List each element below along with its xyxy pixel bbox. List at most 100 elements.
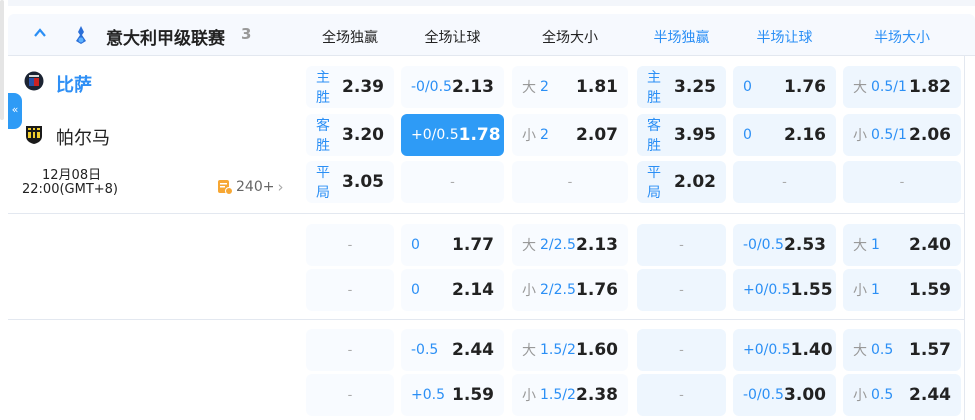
- odds-cell: -: [637, 224, 726, 266]
- chevron-up-icon[interactable]: [34, 27, 46, 39]
- odds-line: 1: [871, 237, 880, 253]
- odds-cell[interactable]: 客胜 3.20: [306, 114, 394, 156]
- column-header-3: 全场大小: [542, 30, 598, 46]
- odds-value: 1.59: [452, 385, 494, 405]
- odds-label: 大: [522, 80, 536, 96]
- odds-cell[interactable]: 客胜 3.95: [637, 114, 726, 156]
- odds-label: 主胜: [316, 70, 330, 106]
- odds-line: 2: [540, 127, 549, 143]
- odds-label: 小: [522, 388, 536, 404]
- more-markets-button[interactable]: 240+ ›: [217, 178, 283, 196]
- odds-cell[interactable]: 主胜 2.39: [306, 66, 394, 108]
- odds-cell: -: [637, 374, 726, 416]
- odds-line: 0: [411, 282, 420, 298]
- odds-value: 2.40: [909, 235, 951, 255]
- odds-line: -0/0.5: [743, 237, 784, 253]
- odds-cell[interactable]: +0/0.5 1.78: [401, 114, 504, 156]
- empty-odds: -: [679, 387, 684, 403]
- odds-label: 大: [853, 343, 867, 359]
- odds-cell[interactable]: 大 0.5 1.57: [843, 329, 961, 371]
- odds-value: 2.53: [784, 235, 826, 255]
- odds-cell[interactable]: 大 2/2.5 2.13: [512, 224, 628, 266]
- odds-line: +0/0.5: [743, 282, 791, 298]
- odds-line: -0/0.5: [411, 79, 452, 95]
- right-divider: [964, 56, 965, 420]
- odds-cell: -: [401, 161, 504, 203]
- empty-odds: -: [450, 174, 455, 190]
- empty-odds: -: [679, 282, 684, 298]
- odds-cell[interactable]: 大 2 1.81: [512, 66, 628, 108]
- odds-cell: -: [843, 161, 961, 203]
- odds-value: 2.13: [576, 235, 618, 255]
- odds-cell[interactable]: +0.5 1.59: [401, 374, 504, 416]
- odds-line: 1.5/2: [540, 342, 576, 358]
- odds-cell[interactable]: -0/0.5 3.00: [733, 374, 836, 416]
- odds-cell: -: [306, 374, 394, 416]
- odds-cell[interactable]: 0 1.77: [401, 224, 504, 266]
- page-scrollbar[interactable]: [0, 0, 4, 120]
- previous-section-edge: [8, 0, 975, 6]
- odds-cell[interactable]: 小 2/2.5 1.76: [512, 269, 628, 311]
- odds-value: 1.78: [458, 125, 501, 145]
- odds-cell[interactable]: 小 1.5/2 2.38: [512, 374, 628, 416]
- odds-cell[interactable]: 大 1 2.40: [843, 224, 961, 266]
- odds-line: 0: [411, 237, 420, 253]
- league-name: 意大利甲级联赛: [106, 29, 225, 49]
- collapse-sidebar-button[interactable]: «: [8, 93, 22, 129]
- odds-cell: -: [306, 269, 394, 311]
- odds-value: 1.76: [576, 280, 618, 300]
- odds-label: 客胜: [647, 118, 661, 154]
- odds-cell[interactable]: 平局 3.05: [306, 161, 394, 203]
- odds-line: 0.5/1: [871, 127, 907, 143]
- odds-line: -0/0.5: [743, 387, 784, 403]
- odds-cell[interactable]: 主胜 3.25: [637, 66, 726, 108]
- odds-value: 2.13: [452, 77, 494, 97]
- column-header-1: 全场独赢: [322, 30, 378, 46]
- odds-cell[interactable]: 0 2.16: [733, 114, 836, 156]
- odds-value: 3.00: [784, 385, 826, 405]
- odds-cell[interactable]: 大 0.5/1 1.82: [843, 66, 961, 108]
- odds-cell: -: [637, 269, 726, 311]
- odds-label: 主胜: [647, 70, 661, 106]
- odds-cell[interactable]: 0 1.76: [733, 66, 836, 108]
- odds-label: 小: [853, 128, 867, 144]
- odds-cell[interactable]: +0/0.5 1.55: [733, 269, 836, 311]
- league-header: 意大利甲级联赛 3 全场独赢 全场让球 全场大小 半场独赢 半场让球 半场大小: [8, 14, 975, 56]
- odds-label: 小: [522, 128, 536, 144]
- odds-cell[interactable]: -0/0.5 2.53: [733, 224, 836, 266]
- odds-value: 2.44: [452, 340, 494, 360]
- markets-icon: [218, 180, 233, 195]
- home-team-name[interactable]: 比萨: [56, 71, 92, 97]
- column-header-2: 全场让球: [424, 30, 481, 46]
- odds-value: 3.95: [674, 125, 716, 145]
- column-header-5: 半场让球: [756, 30, 813, 46]
- odds-cell[interactable]: 小 2 2.07: [512, 114, 628, 156]
- empty-odds: -: [347, 282, 353, 298]
- parma-badge-icon: [26, 126, 42, 144]
- match-date: 12月08日: [42, 168, 102, 183]
- league-match-count: 3: [241, 25, 252, 43]
- odds-cell[interactable]: 小 0.5 2.44: [843, 374, 961, 416]
- odds-cell[interactable]: -0.5 2.44: [401, 329, 504, 371]
- odds-cell[interactable]: 小 1 1.59: [843, 269, 961, 311]
- odds-line: 1: [871, 282, 880, 298]
- odds-cell[interactable]: 大 1.5/2 1.60: [512, 329, 628, 371]
- odds-line: +0/0.5: [743, 342, 791, 358]
- odds-cell: -: [512, 161, 628, 203]
- odds-cell[interactable]: 平局 2.02: [637, 161, 726, 203]
- odds-cell[interactable]: +0/0.5 1.40: [733, 329, 836, 371]
- odds-cell: -: [306, 224, 394, 266]
- odds-value: 3.05: [342, 172, 384, 192]
- odds-cell[interactable]: 小 0.5/1 2.06: [843, 114, 961, 156]
- odds-value: 2.06: [909, 125, 951, 145]
- odds-line: 0: [743, 79, 752, 95]
- odds-value: 1.60: [576, 340, 618, 360]
- odds-line: 2/2.5: [540, 282, 576, 298]
- odds-value: 2.07: [576, 125, 618, 145]
- odds-cell[interactable]: -0/0.5 2.13: [401, 66, 504, 108]
- empty-odds: -: [899, 174, 905, 190]
- away-team-name[interactable]: 帕尔马: [56, 124, 110, 150]
- odds-cell: -: [733, 161, 836, 203]
- odds-cell[interactable]: 0 2.14: [401, 269, 504, 311]
- odds-line: +0/0.5: [411, 127, 459, 143]
